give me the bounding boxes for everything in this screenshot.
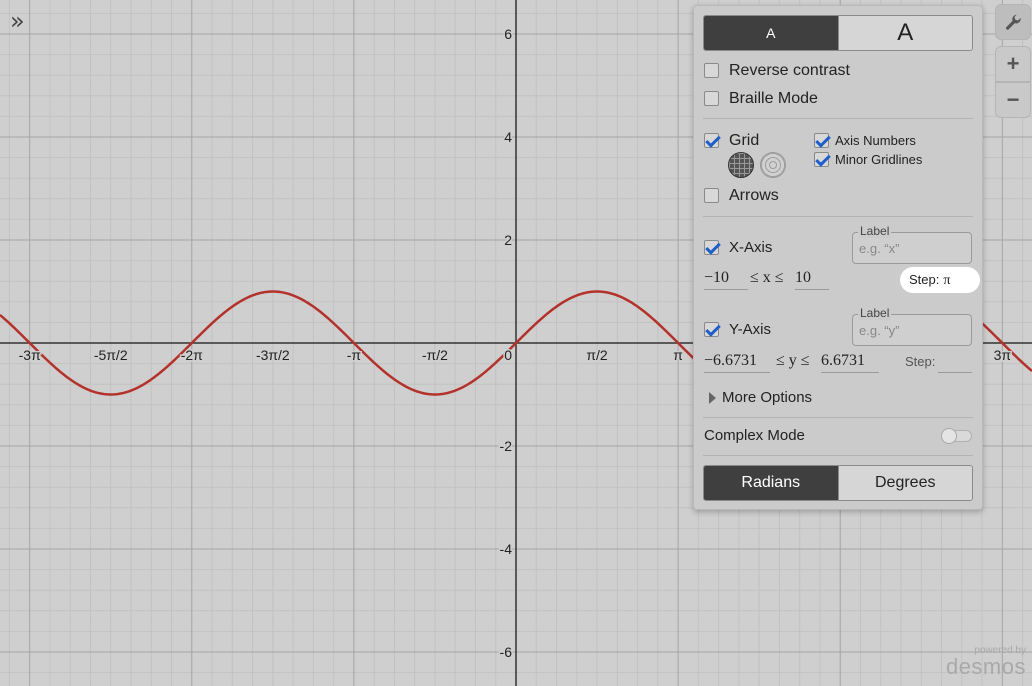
text-size-small-button[interactable]: A	[704, 16, 838, 50]
y-step-label: Step:	[905, 354, 936, 369]
y-tick-label: 4	[504, 129, 512, 145]
y-range-relation: ≤ y ≤	[776, 352, 810, 369]
x-axis-label-caption: Label	[858, 224, 892, 238]
arrows-checkbox[interactable]	[704, 188, 719, 203]
minor-gridlines-label: Minor Gridlines	[835, 152, 923, 167]
x-max-input[interactable]: 10	[795, 269, 829, 290]
y-axis-label-input[interactable]: Label e.g. “y”	[852, 306, 972, 346]
braille-mode-checkbox[interactable]	[704, 91, 719, 106]
reverse-contrast-checkbox[interactable]	[704, 63, 719, 78]
y-tick-label: 2	[504, 232, 512, 248]
y-min-input[interactable]: −6.6731	[704, 352, 770, 373]
x-axis-checkbox[interactable]	[704, 240, 719, 255]
axis-numbers-checkbox[interactable]	[814, 133, 829, 148]
x-tick-label: -3π	[19, 347, 41, 363]
y-tick-label: -4	[500, 541, 513, 557]
grid-label: Grid	[729, 132, 760, 149]
divider	[703, 216, 973, 217]
caret-right-icon[interactable]	[709, 392, 716, 404]
x-tick-label: -2π	[181, 347, 203, 363]
y-axis-checkbox[interactable]	[704, 322, 719, 337]
x-axis-label: X-Axis	[729, 239, 773, 256]
arrows-label: Arrows	[729, 187, 779, 204]
grid-checkbox[interactable]	[704, 133, 719, 148]
braille-mode-label: Braille Mode	[729, 90, 818, 107]
y-step-input[interactable]	[938, 372, 972, 373]
text-size-large-button[interactable]: A	[837, 16, 972, 50]
minor-gridlines-checkbox[interactable]	[814, 152, 829, 167]
origin-label: 0	[504, 347, 512, 363]
minus-icon: −	[1006, 87, 1020, 112]
x-step-input[interactable]: Step: π	[900, 267, 980, 293]
switch-knob	[941, 428, 957, 444]
divider	[703, 455, 973, 456]
x-axis-label-input[interactable]: Label e.g. “x”	[852, 224, 972, 264]
x-tick-label: -π/2	[422, 347, 448, 363]
complex-mode-label: Complex Mode	[704, 427, 805, 444]
x-range-relation: ≤ x ≤	[750, 269, 784, 286]
x-min-input[interactable]: −10	[704, 269, 748, 290]
x-tick-label: -5π/2	[94, 347, 128, 363]
y-tick-label: -6	[500, 644, 513, 660]
polar-grid-icon[interactable]	[760, 152, 786, 178]
reverse-contrast-label: Reverse contrast	[729, 62, 850, 79]
x-tick-label: -3π/2	[256, 347, 290, 363]
y-axis-label: Y-Axis	[729, 321, 771, 338]
x-step-value: π	[943, 273, 951, 288]
y-axis-label-caption: Label	[858, 306, 892, 320]
y-axis-label-placeholder: e.g. “y”	[859, 323, 900, 338]
y-max-input[interactable]: 6.6731	[821, 352, 879, 373]
watermark-desmos-logo: desmos	[945, 654, 1026, 679]
zoom-out-button[interactable]: −	[995, 82, 1031, 118]
x-tick-label: 3π	[994, 347, 1012, 363]
graph-settings-button[interactable]	[995, 4, 1031, 40]
text-size-toggle: A A	[703, 15, 973, 51]
x-step-label: Step:	[909, 272, 940, 287]
plus-icon: +	[1006, 51, 1020, 76]
graph-settings-panel: A A Reverse contrast Braille Mode Grid A…	[693, 5, 983, 510]
divider	[703, 417, 973, 418]
expand-expressions-button[interactable]: »	[10, 7, 34, 35]
desmos-watermark: powered by desmos	[946, 646, 1026, 678]
cartesian-grid-icon[interactable]	[728, 152, 754, 178]
wrench-icon	[1005, 14, 1021, 30]
zoom-in-button[interactable]: +	[995, 46, 1031, 82]
x-tick-label: -π	[347, 347, 362, 363]
radians-button[interactable]: Radians	[704, 466, 838, 500]
angle-mode-toggle: Radians Degrees	[703, 465, 973, 501]
axis-numbers-label: Axis Numbers	[835, 133, 916, 148]
x-tick-label: π/2	[586, 347, 608, 363]
divider	[703, 118, 973, 119]
degrees-button[interactable]: Degrees	[837, 466, 972, 500]
double-chevron-right-icon: »	[10, 7, 25, 35]
y-tick-label: 6	[504, 26, 512, 42]
y-tick-label: -2	[500, 438, 513, 454]
more-options-toggle[interactable]: More Options	[722, 389, 812, 406]
x-tick-label: π	[673, 347, 683, 363]
complex-mode-switch[interactable]	[941, 428, 972, 444]
x-axis-label-placeholder: e.g. “x”	[859, 241, 900, 256]
